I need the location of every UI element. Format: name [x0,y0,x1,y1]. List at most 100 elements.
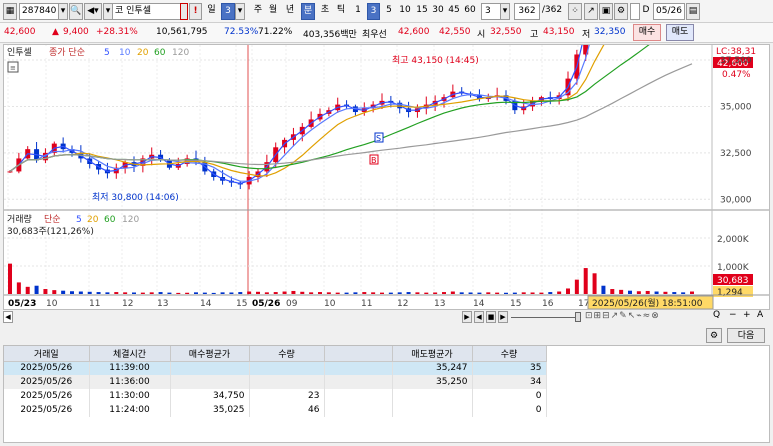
next-icon[interactable]: ▶ [498,311,508,323]
toolbar: ▦ 287840 ▾ 🔍 ◀▾ ▾ 코 인투셀 ! 일 3 ▾ 주 월 년 분 … [0,0,773,23]
volume-bar [557,291,562,294]
priority-label: 최우선 [362,30,387,40]
chevron-down-icon-4[interactable]: ▾ [500,3,510,20]
search-icon[interactable]: 🔍 [69,3,83,20]
time-tick-label: 05/26 [252,299,280,309]
table-row[interactable]: 2025/05/26 11:36:00 35,250 34 [4,375,547,389]
time-tick-label: 12 [397,299,408,309]
legend-stock-name: 인투셀 [7,47,32,58]
ma10-line [9,45,590,182]
time-tick-label: 10 [324,299,336,309]
volume-bar [512,292,517,294]
d-checkbox[interactable] [630,3,640,20]
min-30[interactable]: 30 [430,3,446,20]
table-row[interactable]: 2025/05/26 11:24:00 35,025 46 0 [4,403,547,417]
volume-bar [442,292,446,294]
tab-day[interactable]: 일 [205,3,218,20]
zoom-out-icon[interactable]: − [729,310,737,320]
max-annotation: 최고 43,150 (14:45) [392,55,479,66]
grid-icon[interactable]: ▦ [3,3,17,20]
table-cell [324,375,393,389]
gear-icon-2[interactable]: ⚙ [706,328,722,343]
col-buy-qty[interactable]: 수량 [249,346,325,362]
price-tick-label: 37,500 [720,56,752,66]
min-3[interactable]: 3 [367,3,380,20]
time-tick-label: 15 [510,299,521,309]
tab-week[interactable]: 주 [252,3,264,20]
tab-tick[interactable]: 틱 [334,3,348,20]
next-button[interactable]: 다음 [727,328,765,343]
buy-button[interactable]: 매수 [633,24,661,41]
speaker-icon[interactable]: ◀▾ [84,3,102,20]
volume-bar [645,290,650,294]
gear-icon[interactable]: ⚙ [614,3,628,20]
volume-bar [16,282,21,294]
col-time[interactable]: 체결시간 [89,346,171,362]
day-count[interactable]: 3 [221,3,235,20]
table-cell: 2025/05/26 [4,375,90,389]
table-cell [392,403,473,417]
min-45[interactable]: 45 [446,3,462,20]
range-input[interactable]: 362 [514,3,540,20]
volume-bar [601,285,606,294]
col-sell-qty[interactable]: 수량 [472,346,547,362]
min-1[interactable]: 1 [352,3,364,20]
volume-bar [610,289,615,294]
min-15[interactable]: 15 [414,3,430,20]
volume-bar [194,292,198,294]
min-10[interactable]: 10 [397,3,413,20]
volume-bar [530,292,535,294]
chart-panel[interactable]: 인투셀 종가 단순 5 10 20 60 120 ≡ 최고 43,150 (14… [3,44,770,310]
tab-year[interactable]: 년 [283,3,297,20]
zoom-in-icon[interactable]: + [743,310,751,320]
table-row[interactable]: 2025/05/26 11:39:00 35,247 35 [4,361,547,375]
table-row[interactable]: 2025/05/26 11:30:00 34,750 23 0 [4,389,547,403]
zoom-slider-handle[interactable] [575,312,581,322]
volume-bar [114,292,119,294]
scroll-left-icon[interactable]: ◀ [3,311,13,323]
volume-bar [681,292,686,294]
date-input[interactable]: 05/26 [653,3,685,20]
min-60[interactable]: 60 [462,3,478,20]
min-5[interactable]: 5 [383,3,395,20]
time-tick-label: 12 [122,299,133,309]
list-icon-glyph: ≡ [10,64,16,72]
volume-bar [185,292,190,294]
volume-bar [495,292,500,294]
col-date[interactable]: 거래일 [4,346,90,362]
zoom-icon[interactable]: Q [713,310,720,320]
auto-icon[interactable]: A [757,310,763,320]
volume-bar [309,292,314,294]
tab-minute[interactable]: 분 [301,3,315,20]
alert-icon[interactable]: ! [189,3,202,20]
col-sell-avg[interactable]: 매도평균가 [392,346,473,362]
volume-bar [211,292,216,294]
volume-legend-ma120: 120 [122,215,139,225]
tab-month[interactable]: 월 [266,3,280,20]
chart-type-icon[interactable]: ↗ [584,3,598,20]
chart-svg[interactable]: 인투셀 종가 단순 5 10 20 60 120 ≡ 최고 43,150 (14… [4,45,770,310]
table-cell: 0 [472,403,547,417]
stock-code-input[interactable]: 287840 [19,3,61,20]
table-cell: 35,025 [170,403,250,417]
market-label: 코 [115,6,124,16]
change-value: 9,400 [63,27,89,37]
col-buy-avg[interactable]: 매수평균가 [170,346,250,362]
chevron-down-icon[interactable]: ▾ [58,3,68,20]
save-icon[interactable]: ▣ [599,3,613,20]
sell-button[interactable]: 매도 [666,24,694,41]
table-cell [392,389,473,403]
tab-second[interactable]: 초 [318,3,332,20]
open-label: 시 [477,30,486,40]
prev-icon[interactable]: ◀ [474,311,484,323]
calendar-icon[interactable]: ▤ [686,3,700,20]
drawing-tools[interactable]: ⊡⊞⊟↗✎↖⌁≈⊗ [585,311,703,323]
play-icon[interactable]: ▶ [462,311,472,323]
zoom-slider[interactable] [511,317,575,318]
stock-name-field[interactable]: 코 인투셀 [112,3,186,20]
chevron-down-icon-3[interactable]: ▾ [235,3,245,20]
dots-icon[interactable]: ⁘ [568,3,582,20]
open-value: 32,550 [490,27,522,37]
sell-marker-label: S [376,134,381,143]
stop-icon[interactable]: ■ [486,311,496,323]
